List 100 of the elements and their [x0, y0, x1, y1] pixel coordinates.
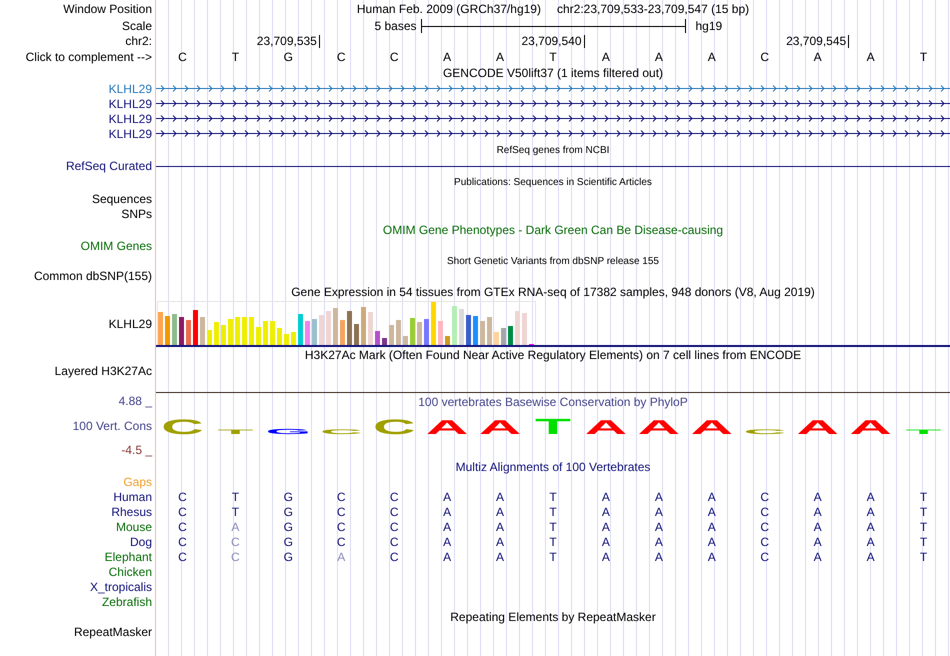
track-title: Publications: Sequences in Scientific Articles: [454, 176, 652, 188]
alignment-base: G: [284, 504, 293, 518]
coordinate-label: 23,709,535: [256, 34, 320, 48]
track-label[interactable]: SNPs: [121, 206, 152, 220]
logo-letter: A: [478, 416, 522, 439]
gene-label[interactable]: KLHL29: [108, 112, 152, 126]
gene-label[interactable]: KLHL29: [108, 96, 152, 110]
logo-letter: C: [372, 415, 416, 439]
track-label[interactable]: Sequences: [92, 192, 152, 206]
track-title: Multiz Alignments of 100 Vertebrates: [456, 460, 650, 474]
alignment-base: A: [337, 550, 346, 564]
species-label[interactable]: Chicken: [108, 564, 152, 578]
row-label: Window Position: [63, 2, 152, 16]
base-letter[interactable]: T: [920, 50, 928, 64]
species-label[interactable]: Rhesus: [111, 504, 152, 518]
alignment-base: A: [443, 520, 452, 534]
gene-label[interactable]: KLHL29: [108, 82, 152, 96]
alignment-base: C: [390, 534, 399, 548]
alignment-base: C: [390, 504, 399, 518]
track-title: OMIM Gene Phenotypes - Dark Green Can Be Disease-causing: [382, 223, 724, 237]
alignment-base: T: [549, 534, 557, 548]
alignment-base: T: [232, 490, 240, 504]
alignment-base: T: [920, 520, 928, 534]
alignment-base: C: [336, 504, 346, 518]
track-label[interactable]: RefSeq Curated: [66, 159, 152, 173]
base-letter[interactable]: A: [443, 50, 452, 64]
base-letter[interactable]: A: [654, 50, 663, 64]
alignment-base: A: [814, 490, 822, 504]
species-label[interactable]: Human: [113, 490, 152, 504]
alignment-base: C: [390, 550, 399, 564]
alignment-base: C: [336, 520, 346, 534]
alignment-base: G: [284, 534, 293, 548]
base-letter[interactable]: A: [866, 50, 875, 64]
alignment-base: A: [654, 520, 663, 534]
base-letter[interactable]: A: [814, 50, 822, 64]
base-letter[interactable]: C: [336, 50, 346, 64]
alignment-base: T: [232, 504, 240, 518]
alignment-base: A: [602, 550, 610, 564]
base-letter[interactable]: A: [496, 50, 504, 64]
species-label[interactable]: Mouse: [116, 520, 152, 534]
alignment-base: T: [549, 490, 557, 504]
species-label[interactable]: X_tropicalis: [90, 580, 152, 594]
alignment-base: T: [920, 504, 928, 518]
row-label: Scale: [122, 18, 152, 32]
expression-bars-drawing[interactable]: [157, 300, 537, 345]
alignment-base: C: [760, 520, 770, 534]
alignment-base: A: [708, 504, 716, 518]
alignment-base: A: [866, 490, 875, 504]
track-title: GENCODE V50lift37 (1 items filtered out): [442, 66, 664, 80]
gene-label[interactable]: KLHL29: [108, 126, 152, 140]
base-letter[interactable]: C: [390, 50, 399, 64]
coordinate-label: 23,709,545: [786, 34, 850, 48]
alignment-base: C: [390, 520, 399, 534]
base-letter[interactable]: T: [549, 50, 557, 64]
logo-letter: C: [161, 415, 204, 439]
base-letter[interactable]: C: [760, 50, 770, 64]
track-title: Repeating Elements by RepeatMasker: [450, 610, 656, 624]
alignment-base: A: [496, 520, 504, 534]
alignment-base: C: [760, 504, 770, 518]
logo-letter: A: [690, 416, 734, 439]
gene-label[interactable]: KLHL29: [108, 317, 152, 331]
track-title: Short Genetic Variants from dbSNP release 155: [447, 256, 659, 266]
track-label[interactable]: OMIM Genes: [80, 239, 152, 253]
alignment-base: A: [443, 534, 452, 548]
alignment-base: C: [178, 520, 187, 534]
alignment-base: C: [178, 534, 187, 548]
alignment-base: G: [284, 520, 293, 534]
alignment-base: A: [496, 490, 504, 504]
alignment-base: G: [284, 550, 293, 564]
base-letter[interactable]: T: [232, 50, 240, 64]
alignment-base: A: [866, 534, 875, 548]
axis-max-label: 4.88 _: [118, 394, 152, 408]
position-text: chr2:23,709,533-23,709,547 (15 bp): [556, 2, 750, 16]
alignment-base: A: [443, 490, 452, 504]
track-title: Gene Expression in 54 tissues from GTEx RNA-seq of 17382 samples, 948 donors (V8, Aug 2019): [291, 285, 815, 299]
alignment-base: T: [920, 550, 928, 564]
track-title: 100 vertebrates Basewise Conservation by PhyloP: [418, 395, 688, 409]
track-label[interactable]: Layered H3K27Ac: [54, 364, 152, 378]
species-label[interactable]: Elephant: [104, 550, 152, 564]
base-letter[interactable]: C: [178, 50, 187, 64]
complement-link[interactable]: Click to complement -->: [26, 50, 152, 64]
assembly-name: hg19: [696, 18, 722, 32]
alignment-base: A: [443, 550, 452, 564]
species-label[interactable]: Zebrafish: [102, 594, 152, 608]
track-label[interactable]: RepeatMasker: [74, 625, 152, 639]
logo-letter: A: [426, 416, 468, 439]
alignment-base: A: [496, 504, 504, 518]
track-label[interactable]: 100 Vert. Cons: [72, 418, 152, 432]
alignment-base: A: [496, 550, 504, 564]
base-letter[interactable]: A: [602, 50, 610, 64]
alignment-base: A: [708, 534, 716, 548]
base-letter[interactable]: G: [284, 50, 293, 64]
alignment-base: A: [654, 550, 663, 564]
track-label[interactable]: Common dbSNP(155): [34, 269, 152, 283]
base-letter[interactable]: A: [708, 50, 716, 64]
alignment-base: G: [284, 490, 293, 504]
coordinate-label: 23,709,540: [521, 34, 585, 48]
species-label[interactable]: Dog: [130, 534, 152, 548]
alignment-base: A: [866, 504, 875, 518]
alignment-base: A: [708, 490, 716, 504]
